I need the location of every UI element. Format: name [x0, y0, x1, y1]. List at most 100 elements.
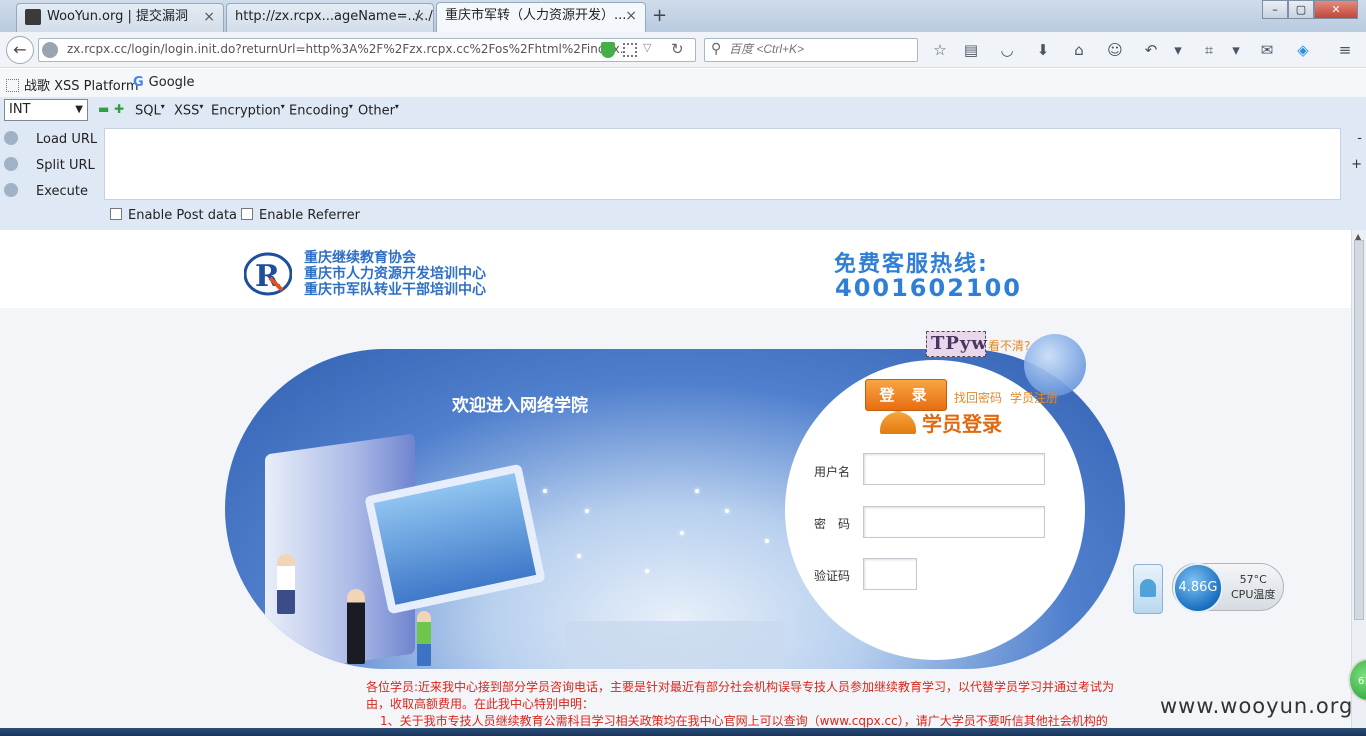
username-field[interactable] [863, 453, 1045, 485]
navigation-bar: ← zx.rcpx.cc/login/login.init.do?returnU… [0, 32, 1366, 68]
cpu-usage-badge: 4.86G [1173, 563, 1223, 613]
decrement-icon[interactable]: ▬ [98, 102, 109, 116]
city-skyline [565, 589, 785, 669]
undo-icon[interactable]: ↶ [1141, 41, 1161, 61]
url-text[interactable]: zx.rcpx.cc/login/login.init.do?returnUrl… [67, 42, 633, 56]
google-icon: G [133, 75, 144, 90]
site-header: R 重庆继续教育协会 重庆市人力资源开发培训中心 重庆市军队转业干部培训中心 免… [0, 230, 1351, 308]
download-icon[interactable]: ⬇ [1033, 41, 1053, 61]
star-icon [585, 509, 589, 513]
globe-icon [42, 42, 58, 58]
execute-button[interactable]: Execute [4, 183, 88, 199]
star-icon [725, 509, 729, 513]
tab-close-icon[interactable]: × [625, 3, 637, 29]
password-label: 密 码 [814, 517, 851, 531]
url-dropdown-icon[interactable]: ▽ [643, 41, 651, 54]
tab-close-icon[interactable]: × [413, 4, 425, 30]
bookmark-xss-platform[interactable]: 战歌 XSS Platform [6, 75, 139, 94]
star-icon [543, 489, 547, 493]
undo-dropdown-icon[interactable]: ▾ [1168, 41, 1188, 61]
chat-icon[interactable]: ✉ [1257, 41, 1277, 61]
organization-names: 重庆继续教育协会 重庆市人力资源开发培训中心 重庆市军队转业干部培训中心 [304, 250, 486, 298]
menu-encoding[interactable]: Encoding▾ [289, 102, 353, 118]
cpu-temperature: 57°C CPU温度 [1231, 573, 1276, 601]
back-button[interactable]: ← [6, 36, 34, 64]
split-url-icon [4, 157, 18, 171]
reload-icon[interactable]: ↻ [671, 40, 684, 58]
extension-icon[interactable]: ◈ [1293, 41, 1313, 61]
split-url-button[interactable]: Split URL [4, 157, 95, 173]
search-bar[interactable]: ⚲ [704, 38, 918, 62]
watermark: www.wooyun.org [1160, 694, 1354, 718]
crop-icon[interactable]: ⌗ [1199, 41, 1219, 61]
captcha-field[interactable] [863, 558, 917, 590]
taskbar [0, 728, 1366, 736]
new-tab-button[interactable]: + [652, 5, 667, 26]
person-illustration [347, 589, 365, 664]
tab-bar: WooYun.org | 提交漏洞 × http://zx.rcpx...age… [0, 0, 1366, 32]
reading-list-icon[interactable]: ▤ [961, 41, 981, 61]
bookmark-google[interactable]: G Google [133, 75, 195, 90]
tab-wooyun[interactable]: WooYun.org | 提交漏洞 × [16, 3, 224, 32]
person-illustration [277, 554, 295, 614]
decorative-orb [1024, 334, 1086, 396]
crop-dropdown-icon[interactable]: ▾ [1226, 41, 1246, 61]
star-icon [765, 539, 769, 543]
register-link[interactable]: 学员注册 [1010, 389, 1058, 406]
execute-icon [4, 183, 18, 197]
hackbar-panel: INT ▼ ▬ ✚ SQL▾ XSS▾ Encryption▾ Encoding▾… [0, 97, 1366, 230]
star-icon [577, 554, 581, 558]
tab-title: WooYun.org | 提交漏洞 [47, 9, 189, 24]
captcha-image[interactable]: TPyw [926, 331, 987, 357]
search-input[interactable] [729, 42, 909, 56]
wooyun-favicon-icon [25, 8, 41, 25]
menu-other[interactable]: Other▾ [358, 102, 399, 118]
enable-referrer-checkbox[interactable]: Enable Referrer [241, 208, 360, 223]
hotline-number: 4001602100 [835, 274, 1022, 302]
star-icon [695, 489, 699, 493]
tab-title: 重庆市军转（人力资源开发）... [445, 8, 627, 23]
grow-textarea-button[interactable]: + [1351, 157, 1362, 172]
home-icon[interactable]: ⌂ [1069, 41, 1089, 61]
star-icon [645, 569, 649, 573]
close-window-button[interactable]: ✕ [1314, 0, 1358, 19]
load-url-button[interactable]: Load URL [4, 131, 97, 147]
search-icon: ⚲ [711, 41, 722, 57]
address-bar[interactable]: zx.rcpx.cc/login/login.init.do?returnUrl… [38, 38, 696, 62]
password-field[interactable] [863, 506, 1045, 538]
login-title: 学员登录 [922, 412, 1002, 436]
bookmark-star-icon[interactable]: ☆ [930, 41, 950, 61]
increment-icon[interactable]: ✚ [114, 102, 124, 116]
emoji-icon[interactable]: ☺ [1105, 41, 1125, 61]
shrink-textarea-button[interactable]: - [1357, 131, 1362, 146]
chevron-down-icon: ▼ [75, 104, 83, 115]
login-button[interactable]: 登 录 [865, 379, 947, 411]
captcha-label: 验证码 [814, 569, 851, 583]
notice-text: 各位学员:近来我中心接到部分学员咨询电话，主要是针对最近有部分社会机构误导专技人… [366, 680, 1115, 728]
bookmarks-toolbar: 战歌 XSS Platform G Google [0, 69, 1366, 97]
qr-code-icon[interactable] [623, 43, 637, 57]
shield-icon[interactable] [601, 42, 615, 58]
tab-active-page[interactable]: 重庆市军转（人力资源开发）... × [436, 2, 646, 32]
menu-icon[interactable]: ≡ [1335, 41, 1355, 61]
int-select[interactable]: INT ▼ [4, 99, 88, 121]
android-widget[interactable] [1133, 564, 1163, 614]
hackbar-url-textarea[interactable] [104, 128, 1341, 200]
pocket-icon[interactable]: ◡ [997, 41, 1017, 61]
forgot-password-link[interactable]: 找回密码 [954, 389, 1002, 406]
tab-close-icon[interactable]: × [203, 4, 215, 30]
enable-post-data-checkbox[interactable]: Enable Post data [110, 208, 237, 223]
menu-xss[interactable]: XSS▾ [174, 102, 203, 118]
scroll-thumb[interactable] [1354, 240, 1364, 620]
window-controls: – ▢ ✕ [1262, 0, 1358, 20]
tab-title: http://zx.rcpx...ageName=../../ [235, 9, 433, 24]
minimize-button[interactable]: – [1262, 0, 1288, 19]
cpu-monitor-widget[interactable]: 4.86G 57°C CPU温度 [1172, 563, 1284, 613]
maximize-button[interactable]: ▢ [1288, 0, 1314, 19]
person-illustration [417, 611, 431, 666]
menu-sql[interactable]: SQL▾ [135, 102, 165, 118]
bookmark-icon [6, 79, 19, 92]
refresh-captcha-link[interactable]: 看不清? [988, 337, 1030, 354]
tab-url[interactable]: http://zx.rcpx...ageName=../../ × [226, 3, 434, 32]
menu-encryption[interactable]: Encryption▾ [211, 102, 285, 118]
